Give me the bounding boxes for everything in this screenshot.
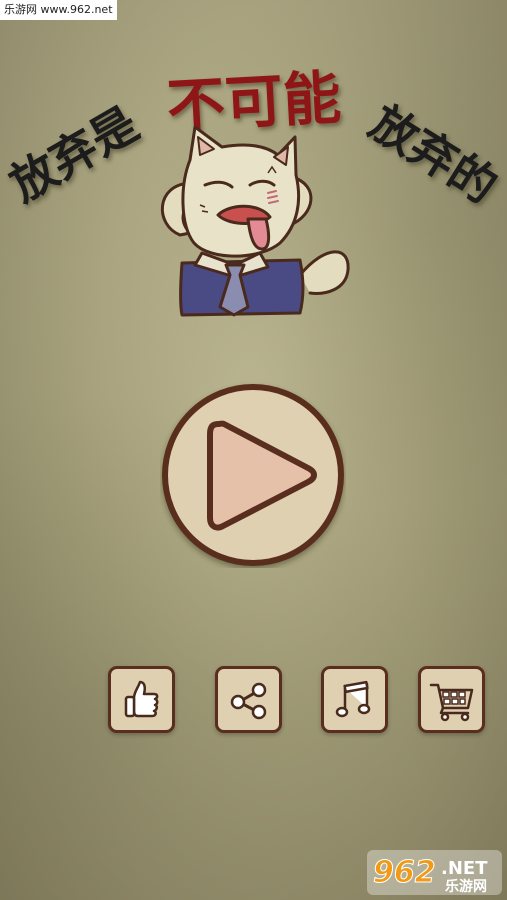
share-button[interactable] [215,666,282,733]
music-note-icon [335,680,370,717]
cat-mascot [160,125,350,317]
like-button[interactable] [108,666,175,733]
watermark-logo-number: 962 [373,855,436,890]
title-right: 放弃的 [361,95,507,214]
play-icon [162,384,344,566]
share-icon [230,682,266,719]
music-button[interactable] [321,666,388,733]
title-left: 放弃是 [1,96,148,212]
watermark-text: 乐游网 www.962.net [0,0,117,20]
shop-button[interactable] [418,666,485,733]
shopping-cart-icon [429,683,473,721]
watermark-logo-sub: 乐游网 [445,878,487,895]
watermark-logo-suffix: .NET [441,858,488,879]
thumbs-up-icon [124,680,158,717]
watermark-logo: 962 .NET 乐游网 [367,850,502,895]
play-button[interactable] [160,382,346,568]
